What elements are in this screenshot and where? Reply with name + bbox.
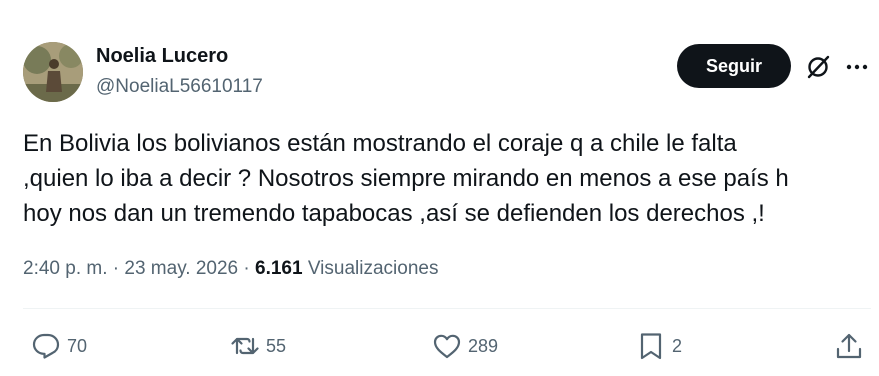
reply-icon xyxy=(32,333,60,359)
heart-icon xyxy=(433,334,461,359)
bookmark-icon xyxy=(640,333,662,360)
author-handle[interactable]: @NoeliaL56610117 xyxy=(96,76,263,98)
grok-icon[interactable] xyxy=(805,54,831,80)
tweet-line: ,quien lo iba a decir ? Nosotros siempre… xyxy=(23,165,789,192)
share-icon xyxy=(836,333,862,359)
tweet-text: En Bolivia los bolivianos están mostrand… xyxy=(23,126,863,231)
like-button[interactable]: 289 xyxy=(432,330,498,362)
bookmark-button[interactable]: 2 xyxy=(636,330,682,362)
meta-separator: · xyxy=(112,258,120,279)
tweet-date[interactable]: 23 may. 2026 xyxy=(124,258,238,279)
reply-button[interactable]: 70 xyxy=(31,330,87,362)
tweet-meta: 2:40 p. m. · 23 may. 2026 · 6.161 Visual… xyxy=(23,258,438,280)
tweet-card: Noelia Lucero @NoeliaL56610117 Seguir En… xyxy=(0,0,879,376)
tweet-line: En Bolivia los bolivianos están mostrand… xyxy=(23,130,737,157)
avatar[interactable] xyxy=(23,42,83,102)
tweet-line: hoy nos dan un tremendo tapabocas ,así s… xyxy=(23,200,765,227)
retweet-icon xyxy=(231,337,259,355)
tweet-time[interactable]: 2:40 p. m. xyxy=(23,258,108,279)
reply-count: 70 xyxy=(67,335,88,356)
divider xyxy=(23,308,871,309)
author-name[interactable]: Noelia Lucero xyxy=(96,45,228,68)
like-count: 289 xyxy=(468,335,499,356)
retweet-button[interactable]: 55 xyxy=(230,330,286,362)
bookmark-count: 2 xyxy=(672,335,683,356)
retweet-count: 55 xyxy=(266,335,287,356)
meta-separator: · xyxy=(243,258,250,279)
views-label[interactable]: Visualizaciones xyxy=(308,258,439,279)
more-icon[interactable] xyxy=(846,58,868,76)
views-count[interactable]: 6.161 xyxy=(255,258,303,279)
follow-button[interactable]: Seguir xyxy=(677,44,791,88)
share-button[interactable] xyxy=(834,330,864,362)
